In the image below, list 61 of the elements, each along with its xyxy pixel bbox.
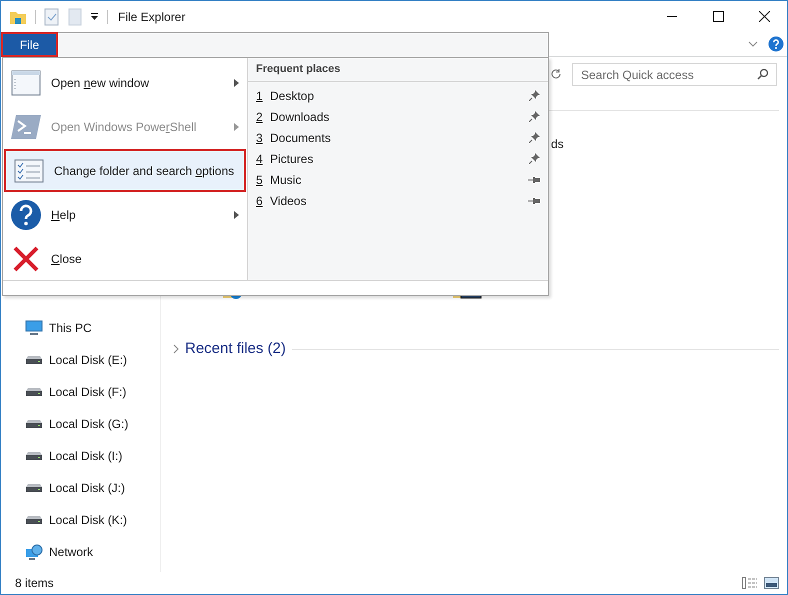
close-icon (758, 11, 770, 22)
window-title: File Explorer (118, 8, 186, 26)
drive-icon (26, 516, 42, 524)
frequent-place-item[interactable]: 2 Downloads (248, 106, 548, 127)
folder-label: ds (551, 136, 564, 153)
menu-item-label: Open Windows PowerShell (51, 118, 196, 136)
menu-item-label: Close (51, 250, 82, 268)
frequent-place-item[interactable]: 5 Music (248, 169, 548, 190)
large-icons-view-icon[interactable] (764, 577, 779, 589)
minimize-icon (667, 16, 677, 18)
drive-icon (26, 452, 42, 460)
sidebar-item[interactable]: Local Disk (G:) (1, 408, 160, 440)
pin-icon[interactable] (529, 90, 540, 101)
pin-icon[interactable] (528, 196, 540, 204)
menu-item-label: Change folder and search options (54, 162, 234, 180)
help-icon[interactable] (768, 36, 784, 52)
section-heading[interactable]: Recent files (2) (185, 338, 286, 360)
section-heading: Frequent places (256, 62, 340, 78)
close-icon (12, 244, 40, 272)
help-icon (10, 198, 42, 230)
details-view-icon[interactable] (742, 577, 758, 589)
terminal-prompt-icon (10, 114, 42, 140)
sidebar-item[interactable]: Network (1, 536, 160, 568)
pin-icon[interactable] (529, 111, 540, 122)
pin-icon[interactable] (529, 132, 540, 143)
item-count: 8 items (15, 575, 54, 592)
sidebar-item[interactable]: Local Disk (F:) (1, 376, 160, 408)
menu-item-label: Open new window (51, 74, 150, 92)
checkmark-document-icon[interactable] (44, 8, 60, 26)
frequent-place-item[interactable]: 4 Pictures (248, 148, 548, 169)
sidebar-item[interactable]: Local Disk (I:) (1, 440, 160, 472)
monitor-icon (25, 320, 43, 336)
drive-icon (26, 356, 42, 364)
menu-item-label: Help (51, 206, 76, 224)
drive-icon (26, 388, 42, 396)
dropdown-icon[interactable] (90, 12, 99, 21)
menu-item[interactable]: Help (3, 193, 247, 236)
drive-icon (26, 420, 42, 428)
window-icon (11, 70, 41, 96)
file-tab[interactable]: File (1, 32, 58, 57)
drive-icon (26, 484, 42, 492)
sidebar-item[interactable]: Local Disk (K:) (1, 504, 160, 536)
frequent-place-item[interactable]: 1 Desktop (248, 85, 548, 106)
frequent-place-item[interactable]: 6 Videos (248, 190, 548, 211)
chevron-right-icon[interactable] (173, 344, 179, 354)
menu-item[interactable]: Open new window (3, 61, 247, 104)
sidebar-item[interactable]: Local Disk (J:) (1, 472, 160, 504)
pin-icon[interactable] (528, 176, 540, 184)
chevron-down-icon[interactable] (748, 41, 758, 47)
refresh-icon[interactable] (550, 68, 562, 80)
menu-item[interactable]: Change folder and search options (4, 149, 246, 192)
network-globe-icon (25, 544, 43, 560)
frequent-place-item[interactable]: 3 Documents (248, 127, 548, 148)
maximize-icon (712, 11, 724, 22)
search-icon (757, 68, 769, 80)
menu-item[interactable]: Close (3, 237, 247, 280)
sidebar-item[interactable]: Local Disk (E:) (1, 344, 160, 376)
search-field[interactable]: Search Quick access (572, 63, 777, 86)
pin-icon[interactable] (529, 153, 540, 164)
checklist-icon (14, 158, 44, 182)
sidebar-item[interactable]: This PC (1, 312, 160, 344)
